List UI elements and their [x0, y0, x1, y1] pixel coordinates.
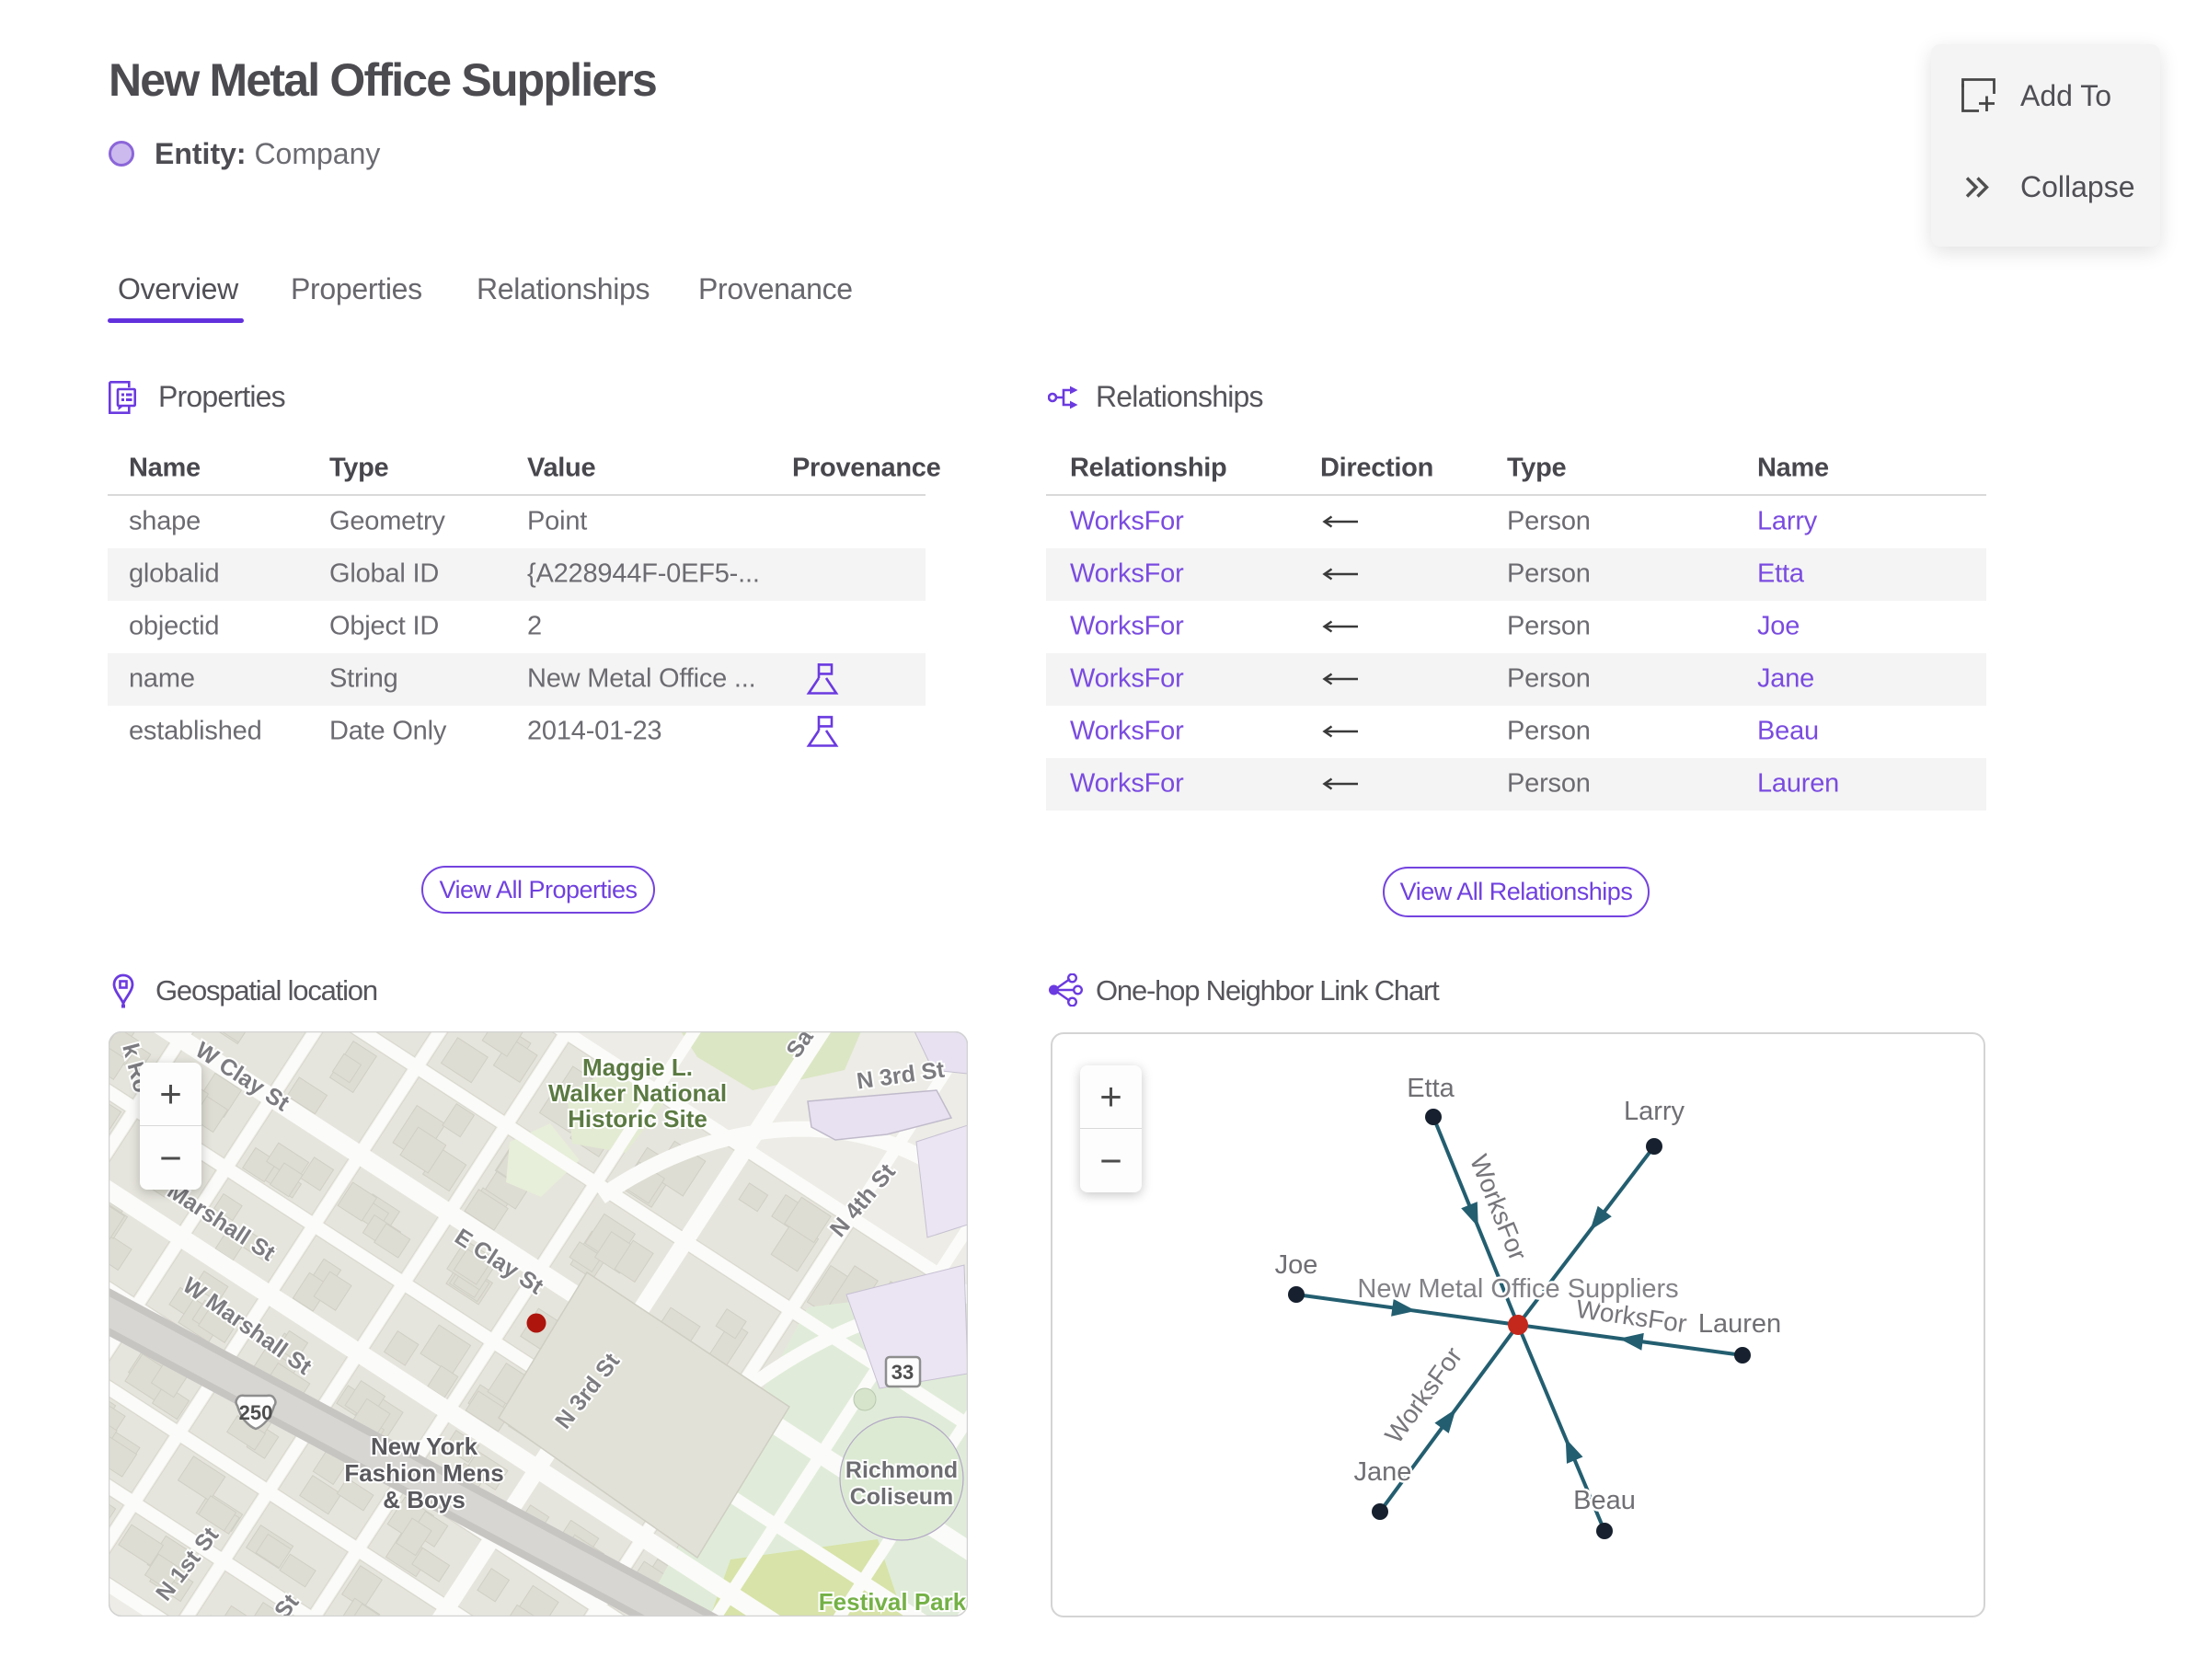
svg-text:Coliseum: Coliseum: [850, 1484, 954, 1510]
svg-text:250: 250: [239, 1401, 273, 1424]
svg-text:Richmond: Richmond: [845, 1457, 958, 1483]
svg-text:Fashion Mens: Fashion Mens: [344, 1459, 503, 1487]
svg-text:Jane: Jane: [1354, 1457, 1412, 1487]
svg-text:Joe: Joe: [1275, 1250, 1318, 1280]
svg-text:Festival Park: Festival Park: [819, 1588, 967, 1616]
svg-text:Lauren: Lauren: [1698, 1309, 1781, 1339]
svg-text:Historic Site: Historic Site: [568, 1105, 707, 1133]
svg-text:Larry: Larry: [1624, 1097, 1685, 1126]
svg-text:New York: New York: [371, 1433, 478, 1460]
svg-text:Beau: Beau: [1573, 1486, 1636, 1515]
svg-text:Walker National: Walker National: [548, 1079, 727, 1107]
svg-text:Maggie L.: Maggie L.: [582, 1053, 693, 1081]
svg-text:Etta: Etta: [1407, 1074, 1455, 1103]
svg-text:33: 33: [891, 1361, 914, 1384]
svg-text:WorksFor: WorksFor: [1379, 1341, 1467, 1448]
svg-text:New Metal Office Suppliers: New Metal Office Suppliers: [1357, 1274, 1678, 1304]
svg-text:& Boys: & Boys: [383, 1486, 466, 1513]
